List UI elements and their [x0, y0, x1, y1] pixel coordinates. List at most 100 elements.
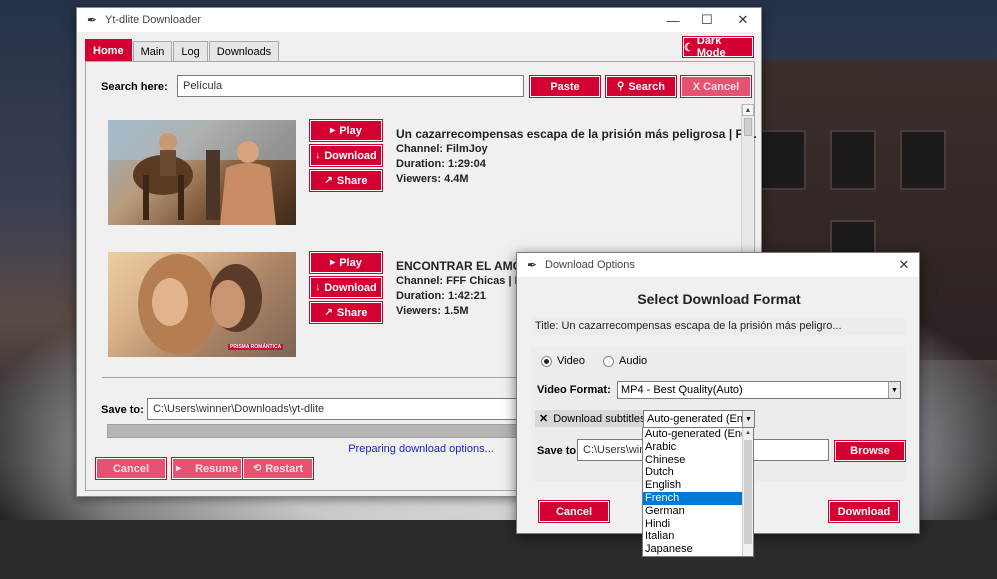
subtitle-option[interactable]: Chinese: [643, 454, 743, 467]
scroll-thumb[interactable]: [744, 118, 752, 136]
subtitle-dropdown-list[interactable]: Auto-generated (Englis Arabic Chinese Du…: [642, 427, 754, 557]
thumbnail-art: [108, 252, 296, 357]
video-title: Un cazarrecompensas escapa de la prisión…: [396, 127, 756, 141]
share-button[interactable]: ↗ Share: [309, 169, 383, 192]
save-path-input[interactable]: C:\Users\winner\Downloads\yt-dlite: [147, 398, 527, 420]
video-radio[interactable]: Video: [541, 355, 585, 367]
video-thumbnail[interactable]: PRISMA ROMÁNTICA: [108, 252, 296, 357]
subtitle-option[interactable]: Dutch: [643, 466, 743, 479]
video-thumbnail[interactable]: [108, 120, 296, 225]
share-button[interactable]: ↗ Share: [309, 301, 383, 324]
video-radio-label: Video: [557, 355, 585, 367]
checkbox-checked-icon: ✕: [539, 413, 549, 425]
dark-mode-label: Dark Mode: [696, 35, 726, 59]
subtitle-option[interactable]: German: [643, 505, 743, 518]
dropdown-scrollbar[interactable]: ▲: [742, 428, 753, 556]
dialog-download-button[interactable]: Download: [828, 500, 900, 523]
video-viewers: Viewers: 4.4M: [396, 173, 469, 185]
scroll-up-arrow-icon[interactable]: ▲: [743, 428, 753, 438]
feather-icon: ✒: [87, 13, 98, 27]
video-channel: Channel: FilmJoy: [396, 143, 488, 155]
save-to-label: Save to:: [101, 404, 144, 416]
subtitles-checkbox-label: Download subtitles:: [553, 412, 649, 425]
audio-radio[interactable]: Audio: [603, 355, 647, 367]
search-icon: ⚲: [616, 81, 625, 92]
thumbnail-art: [108, 120, 296, 225]
background-window: [900, 130, 946, 190]
radio-unselected-icon: [603, 355, 614, 367]
download-arrow-icon: ↓: [315, 282, 321, 293]
subtitles-checkbox[interactable]: ✕ Download subtitles:: [535, 410, 653, 427]
resume-button[interactable]: ▸ Resume: [171, 457, 243, 480]
subtitle-option[interactable]: Arabic: [643, 441, 743, 454]
download-button[interactable]: ↓ Download: [309, 144, 383, 167]
subtitle-option[interactable]: Auto-generated (Englis: [643, 428, 743, 441]
restart-label: Restart: [265, 462, 304, 475]
dialog-cancel-button[interactable]: Cancel: [538, 500, 610, 523]
subtitle-option[interactable]: Japanese: [643, 543, 743, 556]
scroll-up-arrow-icon[interactable]: ▲: [742, 104, 754, 116]
download-label: Download: [324, 149, 377, 162]
background-window: [830, 130, 876, 190]
format-select-value: MP4 - Best Quality(Auto): [621, 384, 743, 396]
tab-downloads[interactable]: Downloads: [208, 41, 280, 61]
dialog-title: Download Options: [545, 259, 635, 271]
chevron-down-icon[interactable]: ▼: [888, 382, 900, 398]
format-select[interactable]: MP4 - Best Quality(Auto) ▼: [617, 381, 901, 399]
selected-video-title: Title: Un cazarrecompensas escapa de la …: [531, 317, 905, 335]
play-button[interactable]: ▸ Play: [309, 251, 383, 274]
dropdown-scroll-thumb[interactable]: [744, 440, 752, 544]
tab-log[interactable]: Log: [173, 41, 208, 61]
play-icon: ▸: [330, 125, 336, 136]
feather-icon: ✒: [527, 258, 538, 272]
share-icon: ↗: [324, 307, 333, 318]
restart-icon: ⟲: [252, 463, 262, 474]
download-button[interactable]: ↓ Download: [309, 276, 383, 299]
format-label: Video Format:: [537, 384, 611, 396]
play-label: Play: [339, 124, 362, 137]
video-duration: Duration: 1:29:04: [396, 158, 486, 170]
subtitle-select-value: Auto-generated (Englis: [647, 413, 755, 425]
cancel-search-button[interactable]: X Cancel: [680, 75, 752, 98]
window-title: Yt-dlite Downloader: [105, 14, 201, 26]
search-button[interactable]: ⚲ Search: [605, 75, 677, 98]
subtitle-option[interactable]: Italian: [643, 530, 743, 543]
close-button[interactable]: ✕: [725, 8, 761, 32]
search-input[interactable]: Película: [177, 75, 524, 97]
minimize-button[interactable]: —: [655, 8, 691, 32]
tab-bar: Home Main Log Downloads: [85, 39, 280, 61]
resume-label: Resume: [195, 462, 238, 475]
subtitle-option[interactable]: English: [643, 479, 743, 492]
cancel-download-button[interactable]: Cancel: [95, 457, 167, 480]
browse-button[interactable]: Browse: [834, 440, 906, 462]
dark-mode-button[interactable]: ☾ Dark Mode: [682, 35, 754, 59]
thumbnail-badge: PRISMA ROMÁNTICA: [228, 344, 284, 350]
search-button-label: Search: [628, 80, 666, 93]
share-icon: ↗: [324, 175, 333, 186]
paste-button[interactable]: Paste: [529, 75, 601, 98]
subtitle-option-selected[interactable]: French: [643, 491, 743, 505]
tab-main[interactable]: Main: [132, 41, 173, 61]
resume-icon: ▸: [176, 463, 182, 474]
subtitle-option[interactable]: Hindi: [643, 518, 743, 531]
download-label: Download: [324, 281, 377, 294]
dialog-title-bar: ✒ Download Options ✕: [517, 253, 919, 277]
list-item: ▸ Play ↓ Download ↗ Share Un cazarrecomp…: [102, 119, 756, 226]
play-icon: ▸: [330, 257, 336, 268]
audio-radio-label: Audio: [619, 355, 648, 367]
moon-icon: ☾: [684, 41, 694, 54]
share-label: Share: [336, 306, 368, 319]
maximize-button[interactable]: ☐: [689, 8, 725, 32]
play-button[interactable]: ▸ Play: [309, 119, 383, 142]
play-label: Play: [339, 256, 362, 269]
restart-button[interactable]: ⟲ Restart: [242, 457, 314, 480]
dialog-save-to-label: Save to:: [537, 445, 580, 457]
tab-home[interactable]: Home: [85, 39, 132, 61]
dialog-close-button[interactable]: ✕: [889, 253, 919, 277]
subtitle-language-select[interactable]: Auto-generated (Englis ▼: [643, 410, 755, 428]
chevron-down-icon[interactable]: ▼: [742, 411, 754, 427]
share-label: Share: [336, 174, 368, 187]
search-label: Search here:: [101, 81, 168, 93]
download-arrow-icon: ↓: [315, 150, 321, 161]
video-viewers: Viewers: 1.5M: [396, 305, 469, 317]
